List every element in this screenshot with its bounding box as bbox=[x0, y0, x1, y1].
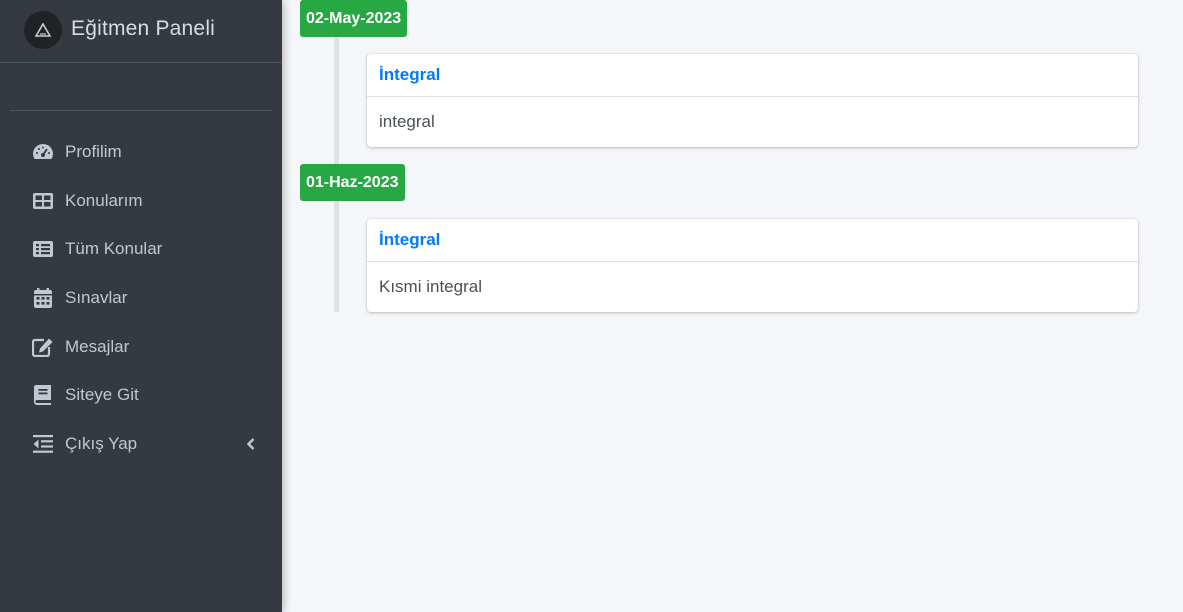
timeline-item-body: integral bbox=[379, 112, 435, 131]
brand-title: Eğitmen Paneli bbox=[71, 17, 216, 40]
time-label: 01-Haz-2023 bbox=[300, 164, 405, 201]
timeline-item-title[interactable]: İntegral bbox=[367, 219, 1138, 262]
timeline-item: İntegral integral bbox=[367, 54, 1138, 147]
sidebar-item-label: Siteye Git bbox=[65, 385, 139, 405]
sidebar-item-label: Konularım bbox=[65, 190, 143, 210]
sidebar-item-label: Tüm Konular bbox=[65, 239, 163, 259]
brand-link[interactable]: Eğitmen Paneli bbox=[0, 0, 282, 63]
sidebar: Eğitmen Paneli Profilim Konularım Tüm Ko… bbox=[0, 0, 282, 612]
table-icon bbox=[32, 190, 54, 212]
sidebar-item-cikis-yap[interactable]: Çıkış Yap bbox=[0, 420, 282, 469]
timeline-item-title[interactable]: İntegral bbox=[367, 54, 1138, 97]
sidebar-item-konularim[interactable]: Konularım bbox=[0, 177, 282, 226]
sidebar-item-profilim[interactable]: Profilim bbox=[0, 128, 282, 177]
book-icon bbox=[32, 384, 54, 406]
chevron-left-icon[interactable] bbox=[246, 437, 256, 451]
brand-logo bbox=[24, 11, 62, 49]
sidebar-nav: Profilim Konularım Tüm Konular Sınavlar … bbox=[0, 128, 282, 468]
dashboard-icon bbox=[32, 141, 54, 163]
calendar-icon bbox=[32, 287, 54, 309]
sidebar-item-mesajlar[interactable]: Mesajlar bbox=[0, 322, 282, 371]
sidebar-item-sinavlar[interactable]: Sınavlar bbox=[0, 274, 282, 323]
sidebar-item-siteye-git[interactable]: Siteye Git bbox=[0, 371, 282, 420]
list-icon bbox=[32, 238, 54, 260]
timeline-item: İntegral Kısmi integral bbox=[367, 219, 1138, 312]
outdent-icon bbox=[32, 433, 54, 455]
divider bbox=[10, 110, 272, 111]
time-label: 02-May-2023 bbox=[300, 0, 408, 37]
sidebar-item-label: Profilim bbox=[65, 142, 122, 162]
sidebar-item-label: Sınavlar bbox=[65, 288, 128, 308]
sidebar-item-label: Mesajlar bbox=[65, 336, 130, 356]
sidebar-item-label: Çıkış Yap bbox=[65, 433, 138, 453]
edit-icon bbox=[32, 336, 54, 358]
timeline-item-body: Kısmi integral bbox=[379, 277, 482, 296]
sidebar-item-tum-konular[interactable]: Tüm Konular bbox=[0, 225, 282, 274]
